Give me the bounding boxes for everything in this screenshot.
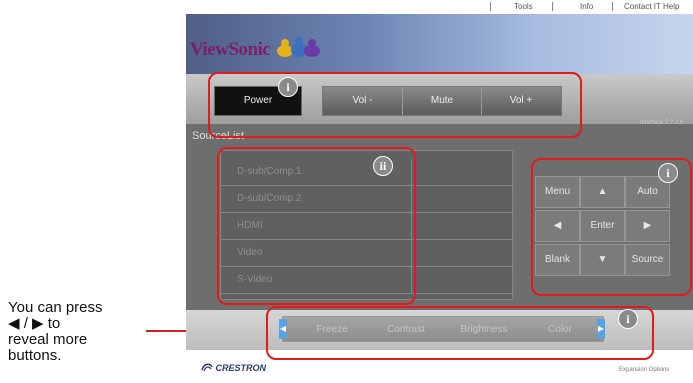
top-links-bar: Tools Info Contact IT Help [186,0,693,14]
callout-power-controls [208,72,582,138]
crestron-swirl-icon [201,363,213,372]
contact-it-help-link[interactable]: Contact IT Help [624,2,679,11]
annotation-line-1: You can press [8,299,103,316]
info-badge-source-list: ii [373,156,393,176]
annotation-line-3: reveal more [8,331,88,348]
info-badge-expansion: i [618,309,638,329]
annotation-text: You can press ◀ / ▶ to reveal more butto… [8,300,143,364]
crestron-logo: CRESTRON [201,362,266,373]
callout-expansion-strip [266,306,654,360]
viewsonic-logo: ViewSonic [190,33,321,61]
tools-link[interactable]: Tools [514,2,533,11]
birds-logo-icon [276,37,320,57]
annotation-line-2: ◀ / ▶ to [8,315,61,332]
info-badge-power: i [278,77,298,97]
top-link-separator [612,2,613,11]
info-badge-navigation: i [658,163,678,183]
info-link[interactable]: Info [580,2,593,11]
expansion-options-link[interactable]: Expansion Options [619,367,669,373]
top-link-separator [552,2,553,11]
top-link-separator [490,2,491,11]
interface-version: Interface 2.7.2.6 [640,120,684,126]
annotation-line-4: buttons. [8,347,62,364]
